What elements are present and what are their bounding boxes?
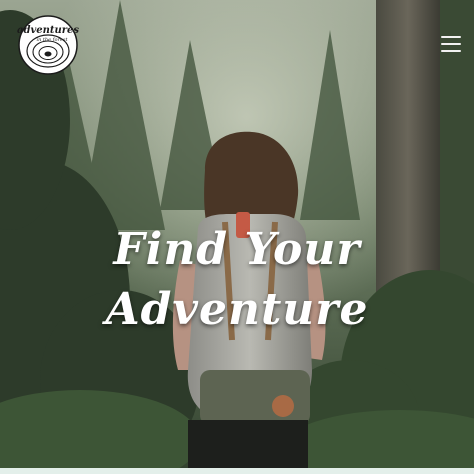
headline-line-1: Find Your — [113, 224, 361, 275]
hero-headline: Find Your Adventure — [0, 220, 474, 340]
logo-text-secondary: in the forest — [37, 37, 69, 43]
headline-line-2: Adventure — [105, 284, 369, 335]
site-logo[interactable]: adventures in the forest — [17, 14, 79, 76]
tree-ring-logo-icon: adventures in the forest — [17, 15, 79, 75]
logo-text-primary: adventures — [17, 25, 79, 36]
page-bottom-strip — [0, 468, 474, 474]
hero-section: adventures in the forest Find Your Adven… — [0, 0, 474, 468]
hamburger-menu-icon[interactable] — [439, 34, 463, 54]
